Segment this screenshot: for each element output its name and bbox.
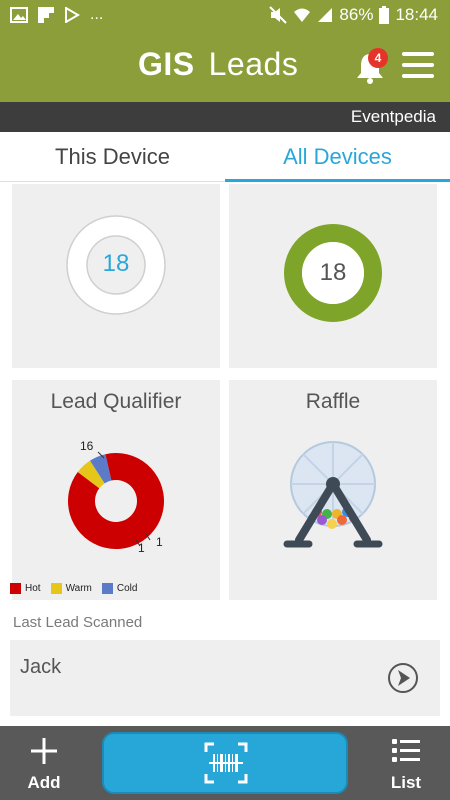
device-tabs: This Device All Devices (0, 132, 450, 182)
legend-warm: Warm (50, 583, 92, 594)
mute-icon (269, 6, 288, 24)
add-button[interactable]: Add (14, 736, 74, 793)
event-bar: Eventpedia (0, 102, 450, 132)
menu-icon[interactable] (402, 52, 434, 80)
pie-label-cold: 1 (138, 541, 145, 555)
plus-icon (31, 738, 57, 764)
stat-card-right[interactable]: 18 (229, 184, 437, 368)
legend-cold: Cold (101, 583, 137, 594)
count-value: 18 (319, 259, 347, 286)
battery-icon (379, 6, 390, 24)
notification-badge: 4 (368, 48, 388, 68)
pie-label-hot: 16 (80, 439, 94, 453)
list-label: List (390, 773, 422, 792)
status-time: 18:44 (395, 5, 438, 24)
signal-icon (318, 8, 333, 22)
tab-this-device[interactable]: This Device (0, 132, 225, 182)
lead-qualifier-card[interactable]: Lead Qualifier 16 1 1 (12, 380, 220, 600)
count-value: 18 (102, 250, 130, 277)
app-title: GIS Leads (138, 46, 298, 83)
open-lead-button[interactable] (388, 663, 418, 693)
chart-legend: Hot Warm Cold (10, 583, 137, 594)
app-title-bold: GIS (138, 46, 195, 82)
play-store-icon (65, 7, 80, 23)
list-icon (392, 739, 420, 762)
last-lead-card[interactable]: Jack (10, 640, 440, 716)
last-lead-label: Last Lead Scanned (13, 614, 143, 631)
pie-label-warm: 1 (156, 535, 163, 549)
lead-qualifier-chart: 1611 (68, 439, 164, 555)
image-icon (10, 7, 28, 23)
tab-all-devices[interactable]: All Devices (225, 132, 450, 182)
flipboard-icon (38, 7, 54, 23)
legend-hot: Hot (10, 583, 41, 594)
scan-button[interactable] (102, 732, 348, 794)
wifi-icon (294, 8, 311, 22)
add-label: Add (27, 773, 61, 792)
event-name: Eventpedia (350, 107, 436, 126)
app-bar: GIS Leads 4 (0, 32, 450, 102)
barcode-scan-icon (204, 742, 248, 784)
list-button[interactable]: List (376, 736, 436, 793)
status-bar: ... 86% 18:44 (0, 0, 450, 32)
app-title-light: Leads (208, 46, 299, 82)
raffle-card[interactable]: Raffle (229, 380, 437, 600)
stat-card-left[interactable]: 18 (12, 184, 220, 368)
battery-percent: 86% (339, 5, 374, 24)
raffle-title: Raffle (305, 390, 361, 413)
status-more: ... (90, 6, 104, 23)
last-lead-name: Jack (20, 656, 62, 678)
arrow-right-icon (398, 670, 410, 686)
raffle-drum-icon (283, 441, 383, 548)
